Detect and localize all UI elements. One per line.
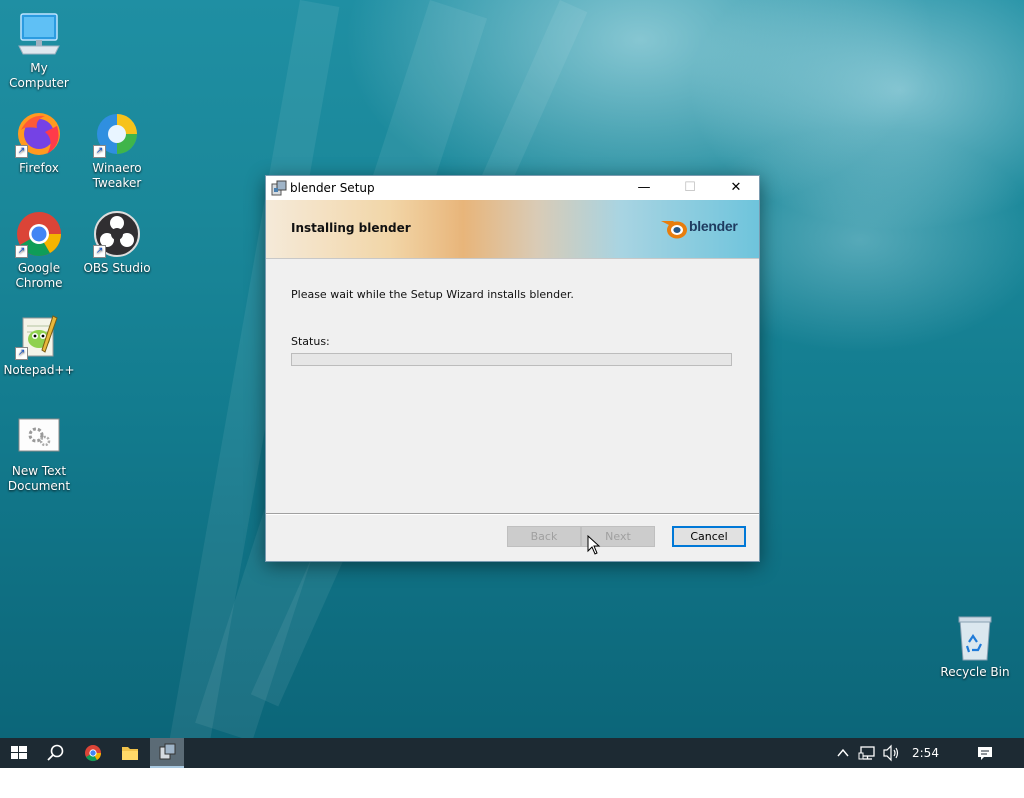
chrome-icon: [85, 745, 102, 762]
cancel-button[interactable]: Cancel: [672, 526, 746, 547]
minimize-button[interactable]: —: [621, 176, 667, 200]
setup-dialog: blender Setup — ☐ ✕ Installing blender b…: [265, 175, 760, 562]
desktop-icon-label: Winaero Tweaker: [92, 161, 142, 190]
shortcut-arrow-icon: ↗: [93, 245, 106, 258]
notepad-plus-plus-icon: ↗: [15, 312, 63, 360]
desktop-icon-google-chrome[interactable]: ↗ Google Chrome: [1, 210, 77, 291]
blender-logo: blender: [659, 215, 749, 241]
desktop-icon-label: My Computer: [9, 61, 69, 90]
close-button[interactable]: ✕: [713, 176, 759, 200]
start-button[interactable]: [0, 738, 38, 768]
desktop-icon-notepad-plus-plus[interactable]: ↗ Notepad++: [1, 312, 77, 378]
wizard-banner: Installing blender blender: [266, 200, 759, 259]
desktop-icon-label: OBS Studio: [83, 261, 151, 275]
desktop-icon-recycle-bin[interactable]: Recycle Bin: [937, 614, 1013, 680]
shortcut-arrow-icon: ↗: [15, 145, 28, 158]
network-icon: [858, 746, 875, 760]
taskbar-setup[interactable]: [150, 738, 184, 768]
install-progress-bar: [291, 353, 732, 366]
mouse-cursor-icon: [587, 535, 601, 555]
maximize-button: ☐: [684, 180, 696, 195]
desktop-icon-firefox[interactable]: ↗ Firefox: [1, 110, 77, 176]
taskbar-file-explorer[interactable]: [111, 738, 149, 768]
network-tray[interactable]: [858, 738, 878, 768]
installer-icon: [271, 180, 287, 196]
wizard-message: Please wait while the Setup Wizard insta…: [291, 288, 574, 301]
obs-studio-icon: ↗: [93, 210, 141, 258]
computer-icon: [15, 10, 63, 58]
action-center[interactable]: [975, 738, 995, 768]
shortcut-arrow-icon: ↗: [93, 145, 106, 158]
window-title: blender Setup: [290, 181, 375, 195]
taskbar-chrome[interactable]: [74, 738, 112, 768]
desktop-icon-winaero-tweaker[interactable]: ↗ Winaero Tweaker: [79, 110, 155, 191]
desktop-icon-label: Firefox: [19, 161, 59, 175]
show-hidden-icons[interactable]: [835, 738, 851, 768]
page-heading: Installing blender: [291, 221, 411, 235]
desktop-icon-label: New Text Document: [7, 464, 71, 493]
notification-icon: [978, 747, 992, 760]
volume-icon: [883, 744, 899, 762]
setup-icon: [159, 743, 176, 760]
clock[interactable]: 2:54 PM: [912, 738, 960, 790]
shortcut-arrow-icon: ↗: [15, 245, 28, 258]
shortcut-arrow-icon: ↗: [15, 347, 28, 360]
blender-logo-text: blender: [689, 218, 738, 234]
button-separator: [266, 513, 759, 515]
back-button[interactable]: Back: [507, 526, 581, 547]
volume-tray[interactable]: [881, 738, 901, 768]
desktop-icon-my-computer[interactable]: My Computer: [1, 10, 77, 91]
winaero-tweaker-icon: ↗: [93, 110, 141, 158]
start-icon: [11, 746, 27, 759]
status-label: Status:: [291, 335, 330, 348]
chrome-icon: ↗: [15, 210, 63, 258]
search-button[interactable]: [36, 738, 74, 768]
desktop-icon-label: Recycle Bin: [940, 665, 1010, 679]
desktop-icon-new-text-document[interactable]: New Text Document: [1, 413, 77, 494]
desktop-icon-label: Notepad++: [3, 363, 75, 377]
firefox-icon: ↗: [15, 110, 63, 158]
text-document-icon: [15, 413, 63, 461]
search-icon: [47, 744, 64, 761]
desktop-icon-obs-studio[interactable]: ↗ OBS Studio: [79, 210, 155, 276]
desktop-icon-label: Google Chrome: [15, 261, 63, 290]
file-explorer-icon: [122, 747, 138, 760]
blender-logo-icon: [661, 221, 687, 239]
chevron-up-icon: [837, 748, 849, 757]
taskbar: 2:54 PM: [0, 738, 1024, 790]
recycle-bin-icon: [951, 614, 999, 662]
title-bar[interactable]: blender Setup — ☐ ✕: [266, 176, 759, 200]
